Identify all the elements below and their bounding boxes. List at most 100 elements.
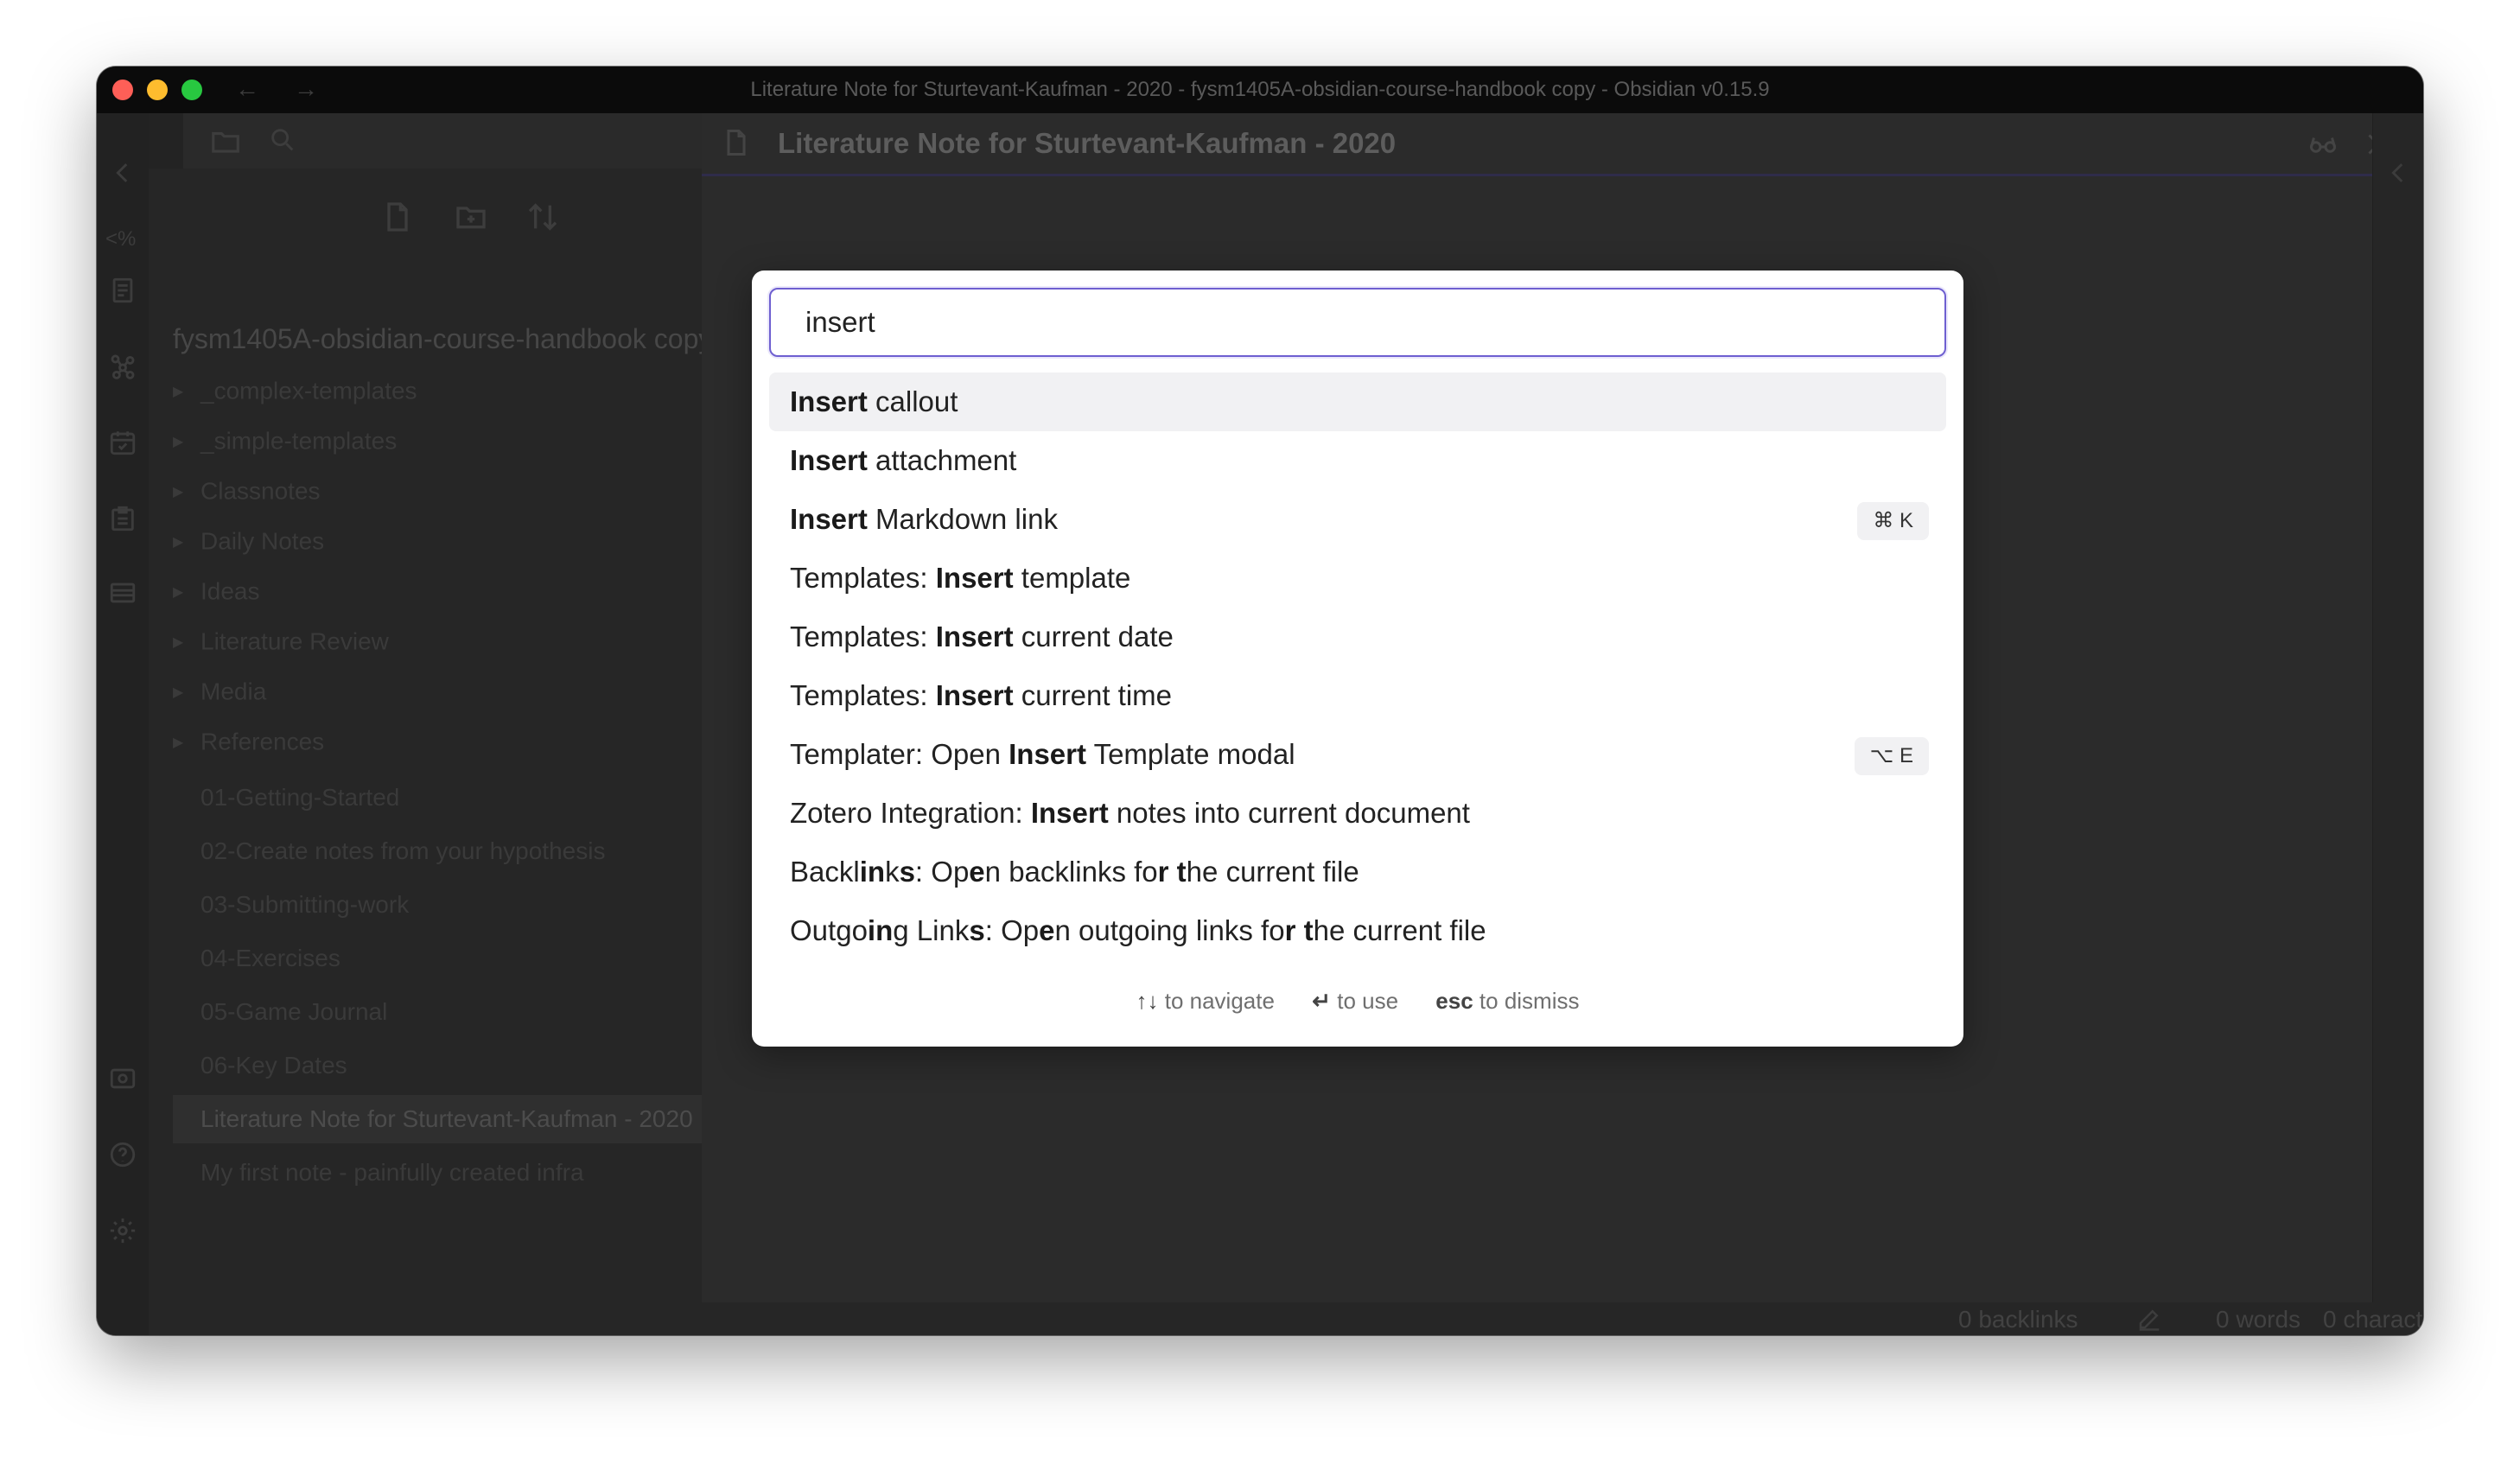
edit-mode-pencil-icon[interactable] bbox=[2136, 1306, 2162, 1332]
help-icon[interactable] bbox=[108, 1140, 137, 1169]
folder-item[interactable]: ▶ Classnotes bbox=[173, 476, 702, 514]
result-prefix: Templater: Open bbox=[790, 738, 1009, 770]
hotkey-badge: ⌘ K bbox=[1857, 502, 1929, 540]
command-result-fuzzy[interactable]: Backlinks: Open backlinks for the curren… bbox=[769, 843, 1946, 901]
right-sidebar-collapsed bbox=[2372, 113, 2423, 1335]
command-search-input[interactable] bbox=[769, 288, 1946, 357]
result-match: Insert bbox=[790, 503, 868, 535]
result-suffix: current date bbox=[1013, 621, 1174, 652]
enter-key-icon: ↵ bbox=[1312, 988, 1331, 1014]
collapse-triangle-icon: ▶ bbox=[173, 684, 184, 700]
collapse-triangle-icon: ▶ bbox=[173, 584, 184, 600]
new-note-icon[interactable] bbox=[380, 200, 415, 234]
command-results-list: Insert callout Insert attachment Insert … bbox=[769, 372, 1946, 960]
file-item[interactable]: My first note - painfully created infra bbox=[173, 1149, 702, 1197]
graph-view-icon[interactable] bbox=[108, 352, 137, 381]
command-result[interactable]: Templater: Open Insert Template modal ⌥ … bbox=[769, 725, 1946, 784]
match-char: r bbox=[1284, 914, 1296, 946]
file-item[interactable]: 02-Create notes from your hypothesis bbox=[173, 827, 702, 875]
command-result[interactable]: Templates: Insert current date bbox=[769, 608, 1946, 666]
result-match: Insert bbox=[1009, 738, 1086, 770]
result-suffix: notes into current document bbox=[1108, 797, 1470, 829]
match-char: e bbox=[969, 856, 985, 888]
templater-icon[interactable]: <% bbox=[105, 227, 136, 251]
result-match: Insert bbox=[935, 679, 1014, 711]
match-char: i bbox=[859, 856, 868, 888]
open-vault-icon[interactable] bbox=[108, 1064, 137, 1093]
file-item[interactable]: 03-Submitting-work bbox=[173, 881, 702, 929]
reading-view-glasses-icon[interactable] bbox=[2307, 129, 2339, 160]
collapse-sidebar-icon[interactable] bbox=[108, 158, 137, 188]
file-item[interactable]: 04-Exercises bbox=[173, 934, 702, 983]
command-result[interactable]: Zotero Integration: Insert notes into cu… bbox=[769, 784, 1946, 843]
result-match: Insert bbox=[935, 562, 1014, 594]
command-result-selected[interactable]: Insert callout bbox=[769, 372, 1946, 431]
match-char: e bbox=[1039, 914, 1055, 946]
switcher-icon[interactable] bbox=[108, 276, 137, 305]
daily-note-calendar-icon[interactable] bbox=[108, 428, 137, 457]
vault-name[interactable]: fysm1405A-obsidian-course-handbook copy bbox=[173, 323, 702, 355]
collapse-triangle-icon: ▶ bbox=[173, 384, 184, 399]
match-char: t bbox=[1176, 856, 1187, 888]
result-match: Insert bbox=[1030, 797, 1109, 829]
result-prefix: Templates: bbox=[790, 562, 936, 594]
result-prefix: Templates: bbox=[790, 621, 936, 652]
settings-gear-icon[interactable] bbox=[108, 1216, 137, 1245]
slides-icon[interactable] bbox=[108, 578, 137, 608]
backlinks-count[interactable]: 0 backlinks bbox=[1958, 1306, 2078, 1334]
command-palette: Insert callout Insert attachment Insert … bbox=[752, 271, 1963, 1047]
note-file-icon bbox=[721, 127, 752, 158]
folder-label: Classnotes bbox=[200, 477, 321, 505]
folder-label: _simple-templates bbox=[200, 427, 398, 455]
fuzzy-result-text: Backlinks: Open backlinks for the curren… bbox=[790, 856, 1359, 888]
match-char: i bbox=[867, 914, 876, 946]
dismiss-label: to dismiss bbox=[1479, 988, 1580, 1014]
match-char: t bbox=[1303, 914, 1314, 946]
folder-item[interactable]: ▶ References bbox=[173, 727, 702, 765]
collapse-triangle-icon: ▶ bbox=[173, 434, 184, 449]
templates-icon[interactable] bbox=[108, 504, 137, 533]
navigate-arrows-icon: ↑↓ bbox=[1136, 988, 1159, 1014]
result-suffix: Template modal bbox=[1086, 738, 1295, 770]
search-tab-search-icon[interactable] bbox=[268, 125, 297, 155]
file-item[interactable]: 01-Getting-Started bbox=[173, 773, 702, 822]
title-bar: ← → Literature Note for Sturtevant-Kaufm… bbox=[97, 67, 2423, 113]
result-prefix: Templates: bbox=[790, 679, 936, 711]
folder-label: Media bbox=[200, 678, 267, 705]
folder-item[interactable]: ▶ Literature Review bbox=[173, 627, 702, 665]
folder-item[interactable]: ▶ Ideas bbox=[173, 576, 702, 614]
result-suffix: attachment bbox=[867, 444, 1017, 476]
folder-label: Literature Review bbox=[200, 627, 389, 655]
folder-label: Ideas bbox=[200, 577, 260, 605]
file-explorer-sidebar: fysm1405A-obsidian-course-handbook copy … bbox=[149, 113, 702, 1335]
file-item-active[interactable]: Literature Note for Sturtevant-Kaufman -… bbox=[173, 1095, 702, 1143]
folder-item[interactable]: ▶ _complex-templates bbox=[173, 376, 702, 414]
match-char: n bbox=[867, 856, 886, 888]
note-title[interactable]: Literature Note for Sturtevant-Kaufman -… bbox=[778, 127, 1396, 160]
file-explorer-tab-folder-icon[interactable] bbox=[209, 125, 242, 158]
fuzzy-result-text: Outgoing Links: Open outgoing links for … bbox=[790, 914, 1486, 946]
command-result-fuzzy[interactable]: Outgoing Links: Open outgoing links for … bbox=[769, 901, 1946, 960]
file-item[interactable]: 06-Key Dates bbox=[173, 1041, 702, 1090]
command-result[interactable]: Insert Markdown link ⌘ K bbox=[769, 490, 1946, 549]
result-match: Insert bbox=[935, 621, 1014, 652]
use-label: to use bbox=[1337, 988, 1399, 1014]
app-window: ← → Literature Note for Sturtevant-Kaufm… bbox=[97, 67, 2423, 1335]
command-result[interactable]: Insert attachment bbox=[769, 431, 1946, 490]
result-prefix: Zotero Integration: bbox=[790, 797, 1031, 829]
expand-right-sidebar-icon[interactable] bbox=[2383, 158, 2413, 188]
sidebar-tab-spacer bbox=[149, 113, 183, 169]
collapse-triangle-icon: ▶ bbox=[173, 735, 184, 750]
file-item[interactable]: 05-Game Journal bbox=[173, 988, 702, 1036]
hotkey-badge: ⌥ E bbox=[1854, 737, 1929, 775]
collapse-triangle-icon: ▶ bbox=[173, 484, 184, 500]
match-char: r bbox=[1157, 856, 1169, 888]
command-result[interactable]: Templates: Insert current time bbox=[769, 666, 1946, 725]
new-folder-icon[interactable] bbox=[453, 200, 489, 234]
folder-item[interactable]: ▶ Daily Notes bbox=[173, 526, 702, 564]
collapse-triangle-icon: ▶ bbox=[173, 634, 184, 650]
sort-order-icon[interactable] bbox=[525, 200, 560, 234]
command-result[interactable]: Templates: Insert template bbox=[769, 549, 1946, 608]
folder-item[interactable]: ▶ _simple-templates bbox=[173, 426, 702, 464]
folder-item[interactable]: ▶ Media bbox=[173, 677, 702, 715]
